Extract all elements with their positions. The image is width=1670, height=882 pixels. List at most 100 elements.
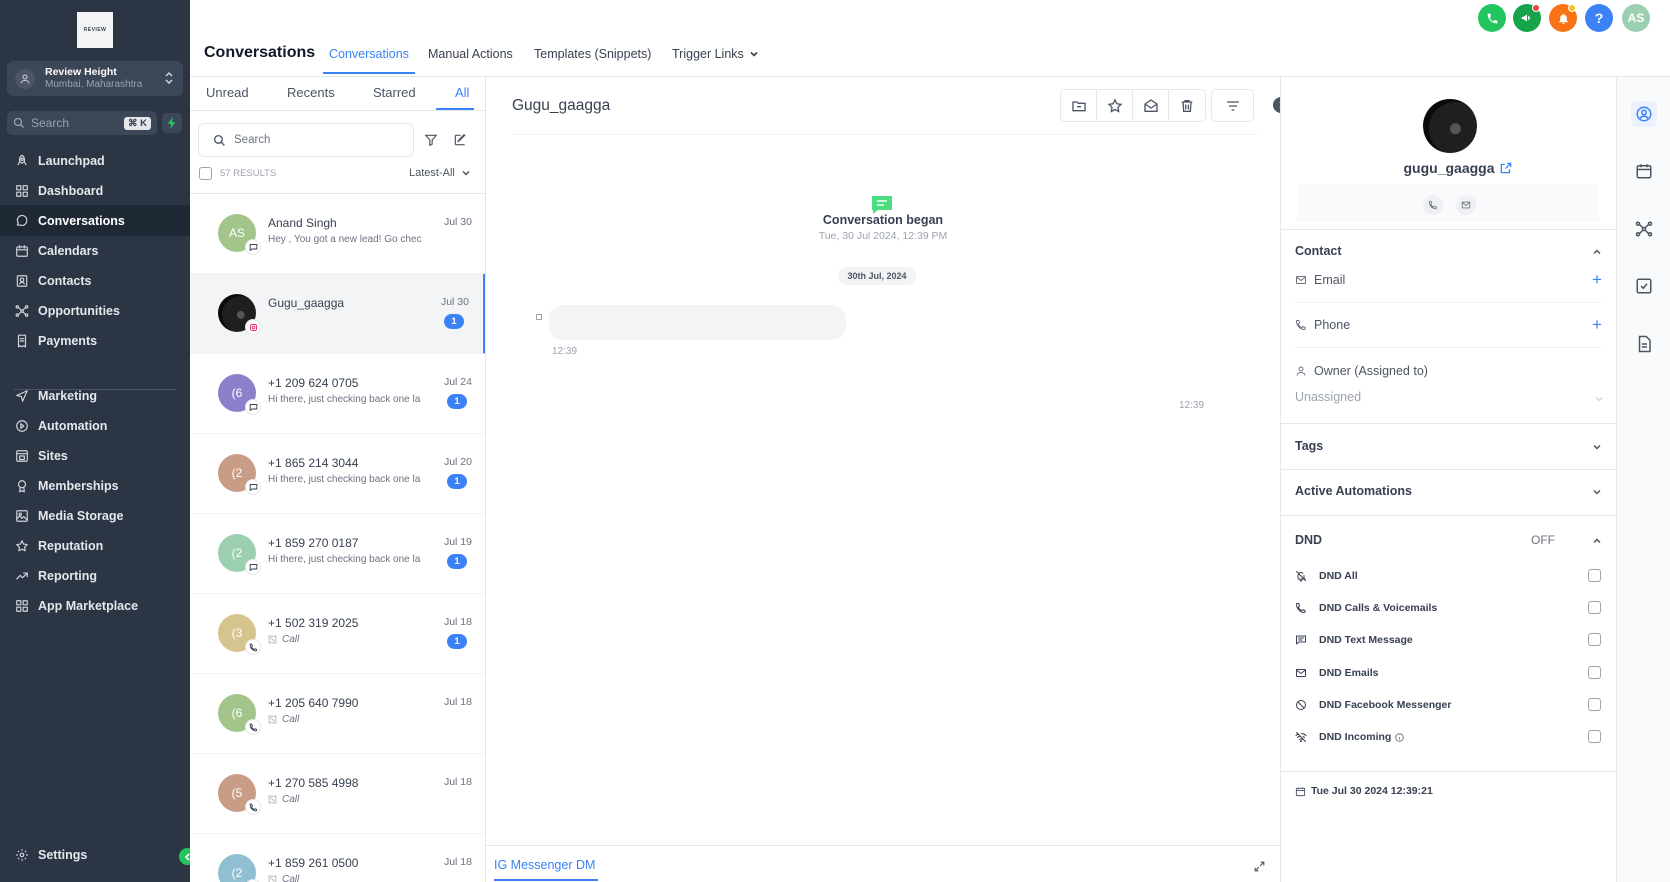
nav-label-memberships: Memberships	[38, 478, 119, 493]
star-button[interactable]	[1097, 90, 1133, 121]
nav-label-contacts: Contacts	[38, 273, 92, 288]
message-bubble	[549, 305, 846, 340]
conversation-item[interactable]: Gugu_gaagga Jul 30 1	[190, 274, 485, 354]
tasks-button[interactable]	[1631, 273, 1657, 299]
nav-item-sites[interactable]: Sites	[0, 440, 190, 471]
tab-recents[interactable]: Recents	[287, 85, 335, 100]
nav-item-automation[interactable]: Automation	[0, 410, 190, 441]
select-all-checkbox[interactable]	[199, 167, 212, 180]
external-link-icon[interactable]	[1499, 161, 1513, 175]
phone-icon	[246, 720, 260, 734]
mark-read-button[interactable]	[1133, 90, 1169, 121]
nav-item-app-marketplace[interactable]: App Marketplace	[0, 590, 190, 621]
quick-action-bolt-icon[interactable]	[162, 113, 182, 133]
chat-icon	[14, 213, 30, 229]
expand-icon[interactable]	[1253, 860, 1266, 873]
dnd-checkbox[interactable]	[1588, 730, 1601, 743]
divider	[1295, 302, 1601, 303]
chevron-up-icon[interactable]	[1592, 247, 1602, 257]
notifications-button[interactable]	[1549, 4, 1577, 32]
conversation-item[interactable]: AS Anand Singh Hey , You got a new lead! G…	[190, 194, 485, 274]
email-contact-button[interactable]	[1456, 195, 1476, 215]
calendar-icon	[14, 243, 30, 259]
announcements-button[interactable]	[1513, 4, 1541, 32]
nav-item-media-storage[interactable]: Media Storage	[0, 500, 190, 531]
results-count: 57 RESULTS	[220, 168, 277, 179]
divider	[1281, 229, 1616, 230]
conversation-item[interactable]: (6 +1 205 640 7990 Call Jul 18	[190, 674, 485, 754]
dnd-checkbox[interactable]	[1588, 569, 1601, 582]
conversation-item[interactable]: (2 +1 859 270 0187 Hi there, just checking…	[190, 514, 485, 594]
nav-label-reporting: Reporting	[38, 568, 98, 583]
dnd-checkbox[interactable]	[1588, 698, 1601, 711]
conversation-item[interactable]: (2 +1 859 261 0500 Call Jul 18	[190, 834, 485, 882]
nav-item-marketing[interactable]: Marketing	[0, 380, 190, 411]
notification-dot	[1568, 4, 1576, 12]
sort-dropdown[interactable]: Latest-All	[409, 167, 471, 179]
phone-label: Phone	[1314, 318, 1351, 332]
add-phone-button[interactable]: +	[1592, 316, 1602, 333]
dnd-option-dnd-all: DND All	[1295, 567, 1601, 585]
nav-item-conversations[interactable]: Conversations	[0, 205, 190, 236]
conversation-item[interactable]: (5 +1 270 585 4998 Call Jul 18	[190, 754, 485, 834]
nav-item-launchpad[interactable]: Launchpad	[0, 145, 190, 176]
tab-trigger-links[interactable]: Trigger Links	[672, 47, 759, 61]
conversation-item[interactable]: (2 +1 865 214 3044 Hi there, just checking…	[190, 434, 485, 514]
nav-item-contacts[interactable]: Contacts	[0, 265, 190, 296]
nav-item-reputation[interactable]: Reputation	[0, 530, 190, 561]
tab-all[interactable]: All	[455, 85, 469, 100]
user-avatar[interactable]: AS	[1622, 4, 1650, 32]
question-icon: ?	[1594, 10, 1604, 26]
nav-item-settings[interactable]: Settings	[0, 839, 190, 870]
conversation-item[interactable]: (3 +1 502 319 2025 Call Jul 18 1	[190, 594, 485, 674]
conversation-preview-text: Call	[282, 794, 300, 805]
chevron-down-icon[interactable]	[1592, 487, 1602, 497]
dnd-checkbox[interactable]	[1588, 666, 1601, 679]
conversation-preview-text: Call	[282, 714, 300, 725]
nav-item-dashboard[interactable]: Dashboard	[0, 175, 190, 206]
chat-filter-button[interactable]	[1211, 89, 1254, 122]
conversation-search-input[interactable]: Search	[198, 123, 414, 157]
call-contact-button[interactable]	[1423, 195, 1443, 215]
conversation-preview: Hey , You got a new lead! Go chec	[268, 234, 423, 245]
filter-icon[interactable]	[424, 133, 438, 147]
dnd-checkbox[interactable]	[1588, 633, 1601, 646]
phone-field[interactable]: Phone	[1295, 318, 1350, 332]
opportunities-button[interactable]	[1631, 216, 1657, 242]
section-tags-title[interactable]: Tags	[1295, 439, 1323, 453]
phone-button[interactable]	[1478, 4, 1506, 32]
tab-starred[interactable]: Starred	[373, 85, 416, 100]
contact-panel-button[interactable]	[1631, 101, 1657, 127]
notes-button[interactable]	[1631, 331, 1657, 357]
tab-conversations[interactable]: Conversations	[329, 47, 409, 61]
add-email-button[interactable]: +	[1592, 271, 1602, 288]
dnd-option-label: DND Calls & Voicemails	[1319, 602, 1438, 614]
tab-manual-actions[interactable]: Manual Actions	[428, 47, 513, 61]
tab-trigger-links-label: Trigger Links	[672, 47, 744, 61]
composer-channel-tab[interactable]: IG Messenger DM	[494, 858, 595, 872]
account-switcher[interactable]: Review Height Mumbai, Maharashtra	[7, 61, 183, 96]
chevron-up-icon[interactable]	[1592, 536, 1602, 546]
delete-button[interactable]	[1169, 90, 1205, 121]
sidebar-search[interactable]: Search ⌘ K	[7, 111, 157, 135]
archive-button[interactable]	[1061, 90, 1097, 121]
chevron-down-icon[interactable]	[1592, 442, 1602, 452]
compose-icon[interactable]	[453, 133, 467, 147]
section-automations-title[interactable]: Active Automations	[1295, 484, 1412, 498]
appointments-button[interactable]	[1631, 158, 1657, 184]
nav-item-calendars[interactable]: Calendars	[0, 235, 190, 266]
dnd-checkbox[interactable]	[1588, 601, 1601, 614]
nav-item-opportunities[interactable]: Opportunities	[0, 295, 190, 326]
nav-item-reporting[interactable]: Reporting	[0, 560, 190, 591]
sites-icon	[14, 448, 30, 464]
dnd-option-dnd-facebook-messenger: DND Facebook Messenger	[1295, 696, 1601, 714]
conversation-preview: Call	[268, 714, 423, 725]
conversation-item[interactable]: (6 +1 209 624 0705 Hi there, just checking…	[190, 354, 485, 434]
tab-templates[interactable]: Templates (Snippets)	[534, 47, 651, 61]
owner-select[interactable]: Unassigned	[1295, 390, 1361, 404]
tab-unread[interactable]: Unread	[206, 85, 249, 100]
help-button[interactable]: ?	[1585, 4, 1613, 32]
email-field[interactable]: Email	[1295, 273, 1345, 287]
nav-item-payments[interactable]: Payments	[0, 325, 190, 356]
nav-item-memberships[interactable]: Memberships	[0, 470, 190, 501]
